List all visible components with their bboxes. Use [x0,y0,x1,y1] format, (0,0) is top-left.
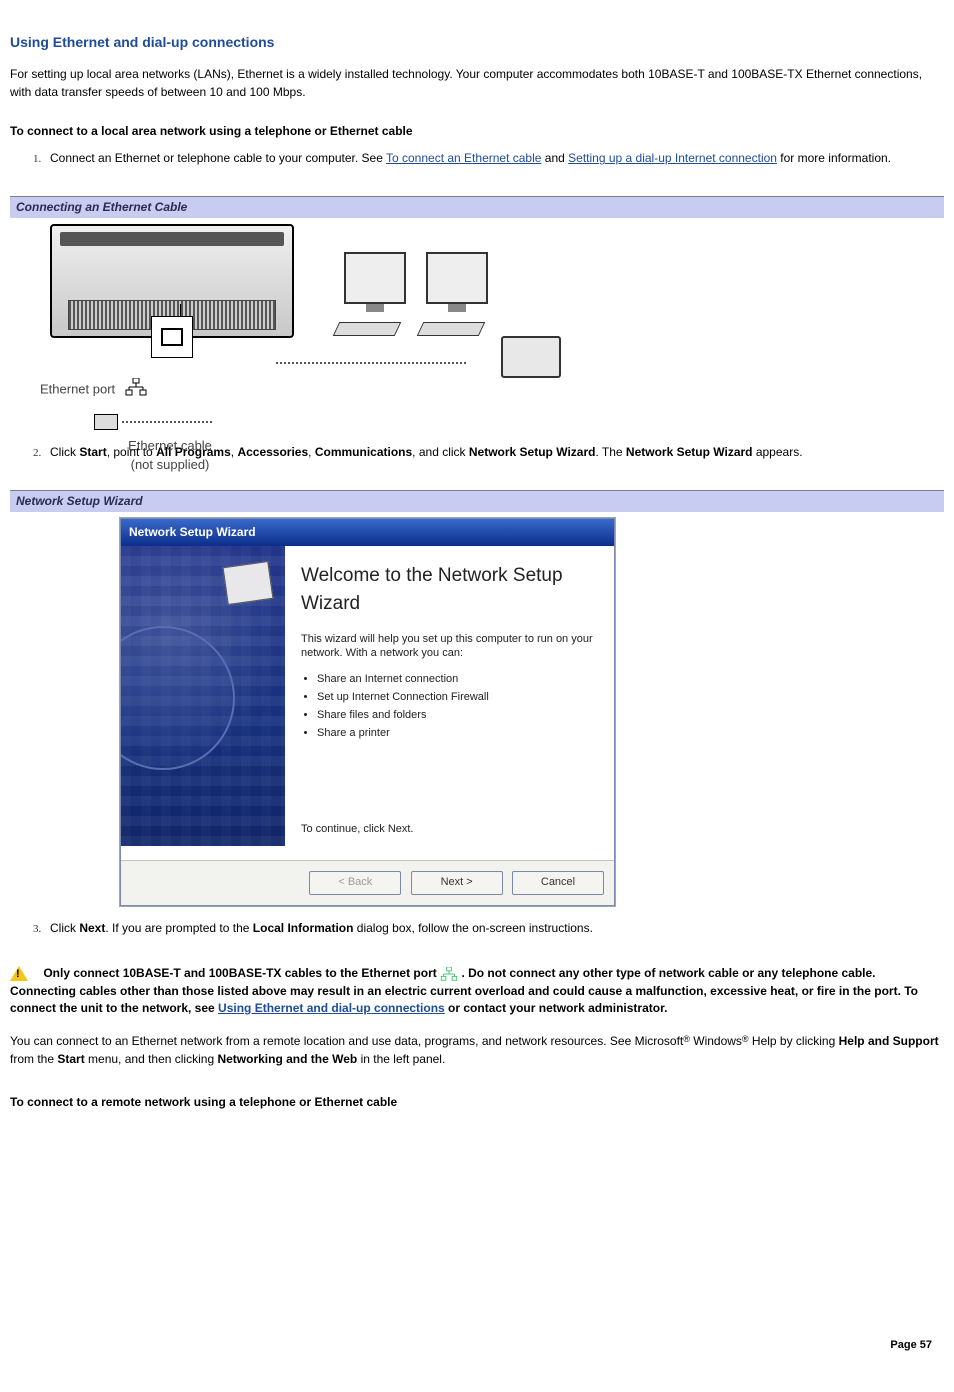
step1-text-mid: and [541,151,568,165]
ethernet-jack-icon [161,328,183,346]
wizard-button-row: < Back Next > Cancel [121,860,614,905]
cable-plug-icon [94,414,118,430]
wizard-intro-text: This wizard will help you set up this co… [301,632,598,661]
subheading-connect-remote: To connect to a remote network using a t… [10,1094,944,1111]
cable-label-1: Ethernet cable [128,438,212,453]
step1-text-post: for more information. [777,151,891,165]
link-connect-ethernet-cable[interactable]: To connect an Ethernet cable [386,151,541,165]
wizard-side-graphic [121,546,285,846]
keyboard1-icon [333,322,402,336]
figure-ethernet-cable: Ethernet port E [40,224,944,424]
wizard-bullet: Share an Internet connection [317,672,598,688]
figure2-caption: Network Setup Wizard [10,490,944,512]
wizard-titlebar: Network Setup Wizard [121,519,614,546]
page-number: Page 57 [890,1338,932,1354]
figure1-caption: Connecting an Ethernet Cable [10,196,944,218]
cancel-button[interactable]: Cancel [512,871,604,895]
step1-text-pre: Connect an Ethernet or telephone cable t… [50,151,386,165]
keyboard2-icon [417,322,486,336]
wizard-continue-text: To continue, click Next. [301,822,598,838]
desktop-network-illustration [316,224,576,424]
warning-block: Only connect 10BASE-T and 100BASE-TX cab… [10,965,944,1017]
wizard-bullet-list: Share an Internet connection Set up Inte… [301,672,598,742]
link-setting-up-dialup[interactable]: Setting up a dial-up Internet connection [568,151,777,165]
wizard-heading: Welcome to the Network Setup Wizard [301,562,598,617]
ethernet-port-inset [151,316,193,358]
warning-icon [10,966,28,981]
wizard-bullet: Share a printer [317,726,598,742]
printer-icon [501,336,561,378]
network-setup-wizard-dialog: Network Setup Wizard Welcome to the Netw… [120,518,615,906]
ethernet-port-label: Ethernet port [40,382,115,397]
section-heading: Using Ethernet and dial-up connections [10,32,944,52]
monitor2-icon [426,252,488,304]
monitor1-icon [344,252,406,304]
intro-paragraph: For setting up local area networks (LANs… [10,66,944,101]
wizard-bullet: Set up Internet Connection Firewall [317,690,598,706]
laptop-illustration: Ethernet port E [40,224,300,424]
link-using-ethernet-dialup[interactable]: Using Ethernet and dial-up connections [218,1001,445,1015]
network-icon [125,378,147,402]
back-button[interactable]: < Back [309,871,401,895]
cable-label-2: (not supplied) [131,457,210,472]
next-button[interactable]: Next > [411,871,503,895]
subheading-connect-lan: To connect to a local area network using… [10,123,944,140]
network-port-icon [440,967,458,981]
remote-network-paragraph: You can connect to an Ethernet network f… [10,1033,944,1068]
laptop-body [50,224,294,338]
step-3: Click Next. If you are prompted to the L… [44,920,944,937]
step-1: Connect an Ethernet or telephone cable t… [44,150,944,167]
wizard-bullet: Share files and folders [317,708,598,724]
